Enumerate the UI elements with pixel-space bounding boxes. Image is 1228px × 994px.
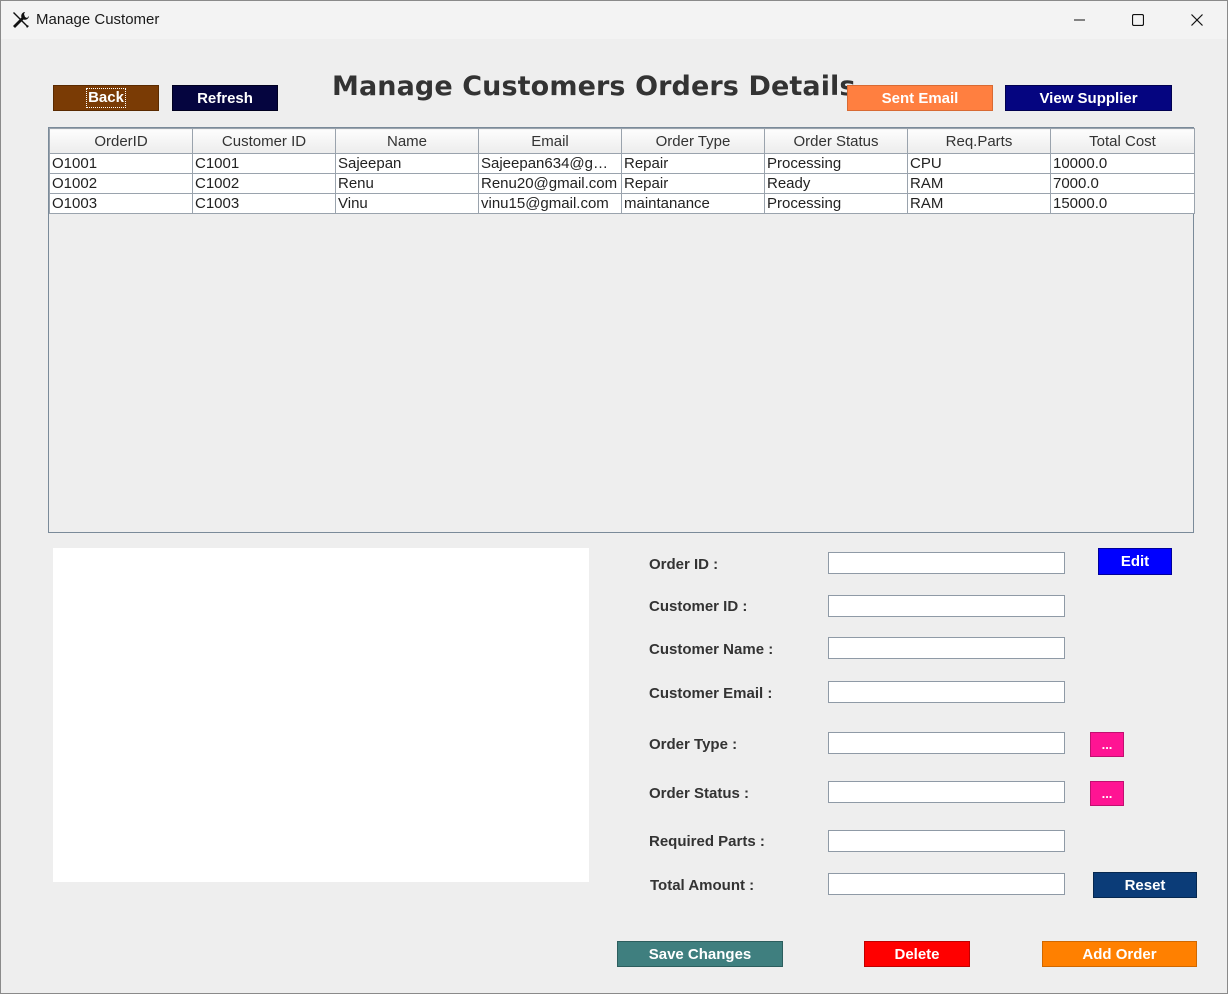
table-cell: 15000.0 — [1050, 193, 1195, 214]
maximize-icon — [1132, 14, 1144, 26]
table-cell: Sajeepan — [335, 153, 479, 174]
table-cell: C1002 — [192, 173, 336, 194]
table-row[interactable]: O1002 C1002 Renu Renu20@gmail.com Repair… — [49, 173, 1195, 194]
window-title: Manage Customer — [36, 11, 160, 28]
order-type-label: Order Type : — [649, 736, 738, 753]
table-cell: O1003 — [49, 193, 193, 214]
column-header-customer-id[interactable]: Customer ID — [192, 128, 336, 154]
order-id-label: Order ID : — [649, 556, 719, 573]
order-type-picker-button[interactable]: ... — [1090, 732, 1124, 757]
page-title: Manage Customers Orders Details — [332, 71, 856, 102]
table-cell: O1001 — [49, 153, 193, 174]
table-cell: C1001 — [192, 153, 336, 174]
orders-table-grid: OrderID Customer ID Name Email Order Typ… — [49, 128, 1195, 214]
customer-name-field[interactable] — [828, 637, 1065, 659]
table-cell: Processing — [764, 193, 908, 214]
table-cell: 10000.0 — [1050, 153, 1195, 174]
close-icon — [1191, 14, 1203, 26]
table-cell: RAM — [907, 193, 1051, 214]
preview-panel — [53, 548, 589, 882]
save-changes-button[interactable]: Save Changes — [617, 941, 783, 967]
table-cell: Renu — [335, 173, 479, 194]
required-parts-label: Required Parts : — [649, 833, 765, 850]
required-parts-field[interactable] — [828, 830, 1065, 852]
column-header-req-parts[interactable]: Req.Parts — [907, 128, 1051, 154]
minimize-icon — [1074, 19, 1085, 21]
table-cell: 7000.0 — [1050, 173, 1195, 194]
maximize-button[interactable] — [1109, 1, 1167, 39]
table-row[interactable]: O1001 C1001 Sajeepan Sajeepan634@gmai...… — [49, 153, 1195, 174]
table-cell: Renu20@gmail.com — [478, 173, 622, 194]
column-header-email[interactable]: Email — [478, 128, 622, 154]
total-amount-field[interactable] — [828, 873, 1065, 895]
customer-email-label: Customer Email : — [649, 685, 773, 702]
back-button[interactable]: Back — [53, 85, 159, 111]
order-status-field[interactable] — [828, 781, 1065, 803]
table-cell: Sajeepan634@gmai... — [478, 153, 622, 174]
delete-button[interactable]: Delete — [864, 941, 970, 967]
minimize-button[interactable] — [1051, 1, 1109, 39]
orders-table[interactable]: OrderID Customer ID Name Email Order Typ… — [48, 127, 1195, 533]
add-order-button[interactable]: Add Order — [1042, 941, 1197, 967]
column-header-order-id[interactable]: OrderID — [49, 128, 193, 154]
app-window: Manage Customer Back Refresh Manage Cust… — [0, 0, 1228, 994]
column-header-order-type[interactable]: Order Type — [621, 128, 765, 154]
tools-icon — [13, 12, 29, 28]
table-cell: C1003 — [192, 193, 336, 214]
table-cell: maintanance — [621, 193, 765, 214]
order-status-label: Order Status : — [649, 785, 750, 802]
table-cell: Vinu — [335, 193, 479, 214]
close-button[interactable] — [1168, 1, 1226, 39]
customer-id-field[interactable] — [828, 595, 1065, 617]
customer-name-label: Customer Name : — [649, 641, 774, 658]
order-type-field[interactable] — [828, 732, 1065, 754]
table-cell: CPU — [907, 153, 1051, 174]
refresh-button[interactable]: Refresh — [172, 85, 278, 111]
edit-button[interactable]: Edit — [1098, 548, 1172, 575]
table-cell: Repair — [621, 153, 765, 174]
customer-email-field[interactable] — [828, 681, 1065, 703]
reset-button[interactable]: Reset — [1093, 872, 1197, 898]
table-cell: O1002 — [49, 173, 193, 194]
table-cell: Repair — [621, 173, 765, 194]
column-header-name[interactable]: Name — [335, 128, 479, 154]
table-cell: Ready — [764, 173, 908, 194]
table-header-row: OrderID Customer ID Name Email Order Typ… — [49, 128, 1195, 154]
total-amount-label: Total Amount : — [650, 877, 755, 894]
table-row[interactable]: O1003 C1003 Vinu vinu15@gmail.com mainta… — [49, 193, 1195, 214]
order-id-field[interactable] — [828, 552, 1065, 574]
table-cell: vinu15@gmail.com — [478, 193, 622, 214]
order-status-picker-button[interactable]: ... — [1090, 781, 1124, 806]
sent-email-button[interactable]: Sent Email — [847, 85, 993, 111]
back-button-label: Back — [86, 88, 126, 108]
customer-id-label: Customer ID : — [649, 598, 748, 615]
title-bar: Manage Customer — [1, 1, 1227, 39]
view-supplier-button[interactable]: View Supplier — [1005, 85, 1172, 111]
column-header-order-status[interactable]: Order Status — [764, 128, 908, 154]
column-header-total-cost[interactable]: Total Cost — [1050, 128, 1195, 154]
table-cell: Processing — [764, 153, 908, 174]
table-cell: RAM — [907, 173, 1051, 194]
